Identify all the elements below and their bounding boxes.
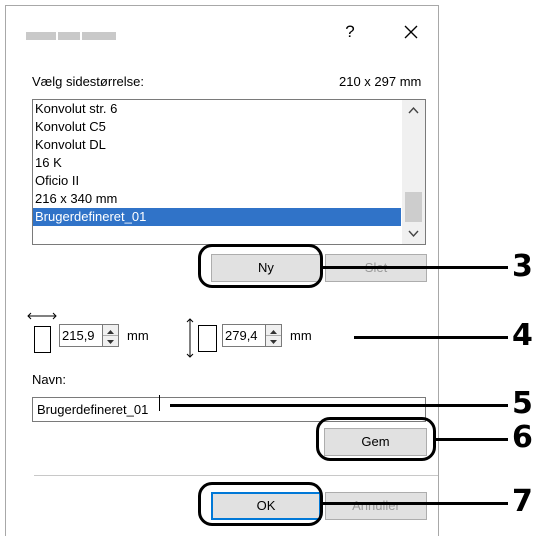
- scroll-down-button[interactable]: [402, 224, 425, 244]
- help-button[interactable]: ?: [338, 20, 362, 44]
- chevron-down-icon: [408, 230, 419, 238]
- highlight-ring-ok: [198, 482, 323, 526]
- list-item[interactable]: Konvolut C5: [33, 118, 401, 136]
- list-item[interactable]: 16 K: [33, 154, 401, 172]
- callout-line-3: [322, 266, 508, 269]
- current-size-readout: 210 x 297 mm: [339, 74, 422, 89]
- width-field[interactable]: [60, 325, 105, 346]
- list-item-selected[interactable]: Brugerdefineret_01: [33, 208, 401, 226]
- triangle-down-icon: [270, 340, 277, 344]
- height-stepper[interactable]: [222, 324, 282, 347]
- height-decrease-button[interactable]: [266, 335, 281, 345]
- list-item[interactable]: Konvolut str. 6: [33, 100, 401, 118]
- callout-number-3: 3: [512, 249, 533, 284]
- page-size-list[interactable]: Konvolut str. 6 Konvolut C5 Konvolut DL …: [32, 99, 426, 245]
- blurred-window-title: [26, 27, 118, 40]
- page-size-label: Vælg sidestørrelse:: [32, 74, 144, 89]
- cancel-button[interactable]: Annuller: [325, 492, 427, 520]
- highlight-ring-save: [316, 417, 436, 461]
- width-decrease-button[interactable]: [103, 335, 118, 345]
- callout-line-5: [170, 404, 508, 407]
- list-item[interactable]: Oficio II: [33, 172, 401, 190]
- height-icon: [186, 318, 217, 358]
- callout-line-7: [322, 502, 508, 505]
- text-cursor: [159, 395, 160, 411]
- list-item[interactable]: 216 x 340 mm: [33, 190, 401, 208]
- width-stepper[interactable]: [59, 324, 119, 347]
- width-unit-label: mm: [127, 328, 149, 343]
- callout-line-6: [435, 438, 508, 441]
- width-icon: [27, 312, 57, 353]
- width-spin-buttons[interactable]: [102, 325, 118, 346]
- title-bar: ?: [6, 6, 438, 56]
- height-field[interactable]: [223, 325, 268, 346]
- chevron-up-icon: [408, 106, 419, 114]
- callout-line-4: [354, 336, 508, 339]
- triangle-down-icon: [107, 340, 114, 344]
- highlight-ring-new: [198, 244, 323, 288]
- callout-number-7: 7: [512, 484, 533, 519]
- divider: [34, 475, 438, 476]
- scroll-thumb[interactable]: [405, 192, 422, 222]
- height-spin-buttons[interactable]: [265, 325, 281, 346]
- close-button[interactable]: [398, 19, 424, 45]
- list-scrollbar[interactable]: [402, 100, 425, 244]
- callout-number-4: 4: [512, 318, 533, 353]
- callout-number-5: 5: [512, 386, 533, 421]
- scroll-up-button[interactable]: [402, 100, 425, 120]
- list-item[interactable]: Konvolut DL: [33, 136, 401, 154]
- name-label: Navn:: [32, 372, 66, 387]
- height-unit-label: mm: [290, 328, 312, 343]
- close-icon: [404, 25, 418, 39]
- callout-number-6: 6: [512, 420, 533, 455]
